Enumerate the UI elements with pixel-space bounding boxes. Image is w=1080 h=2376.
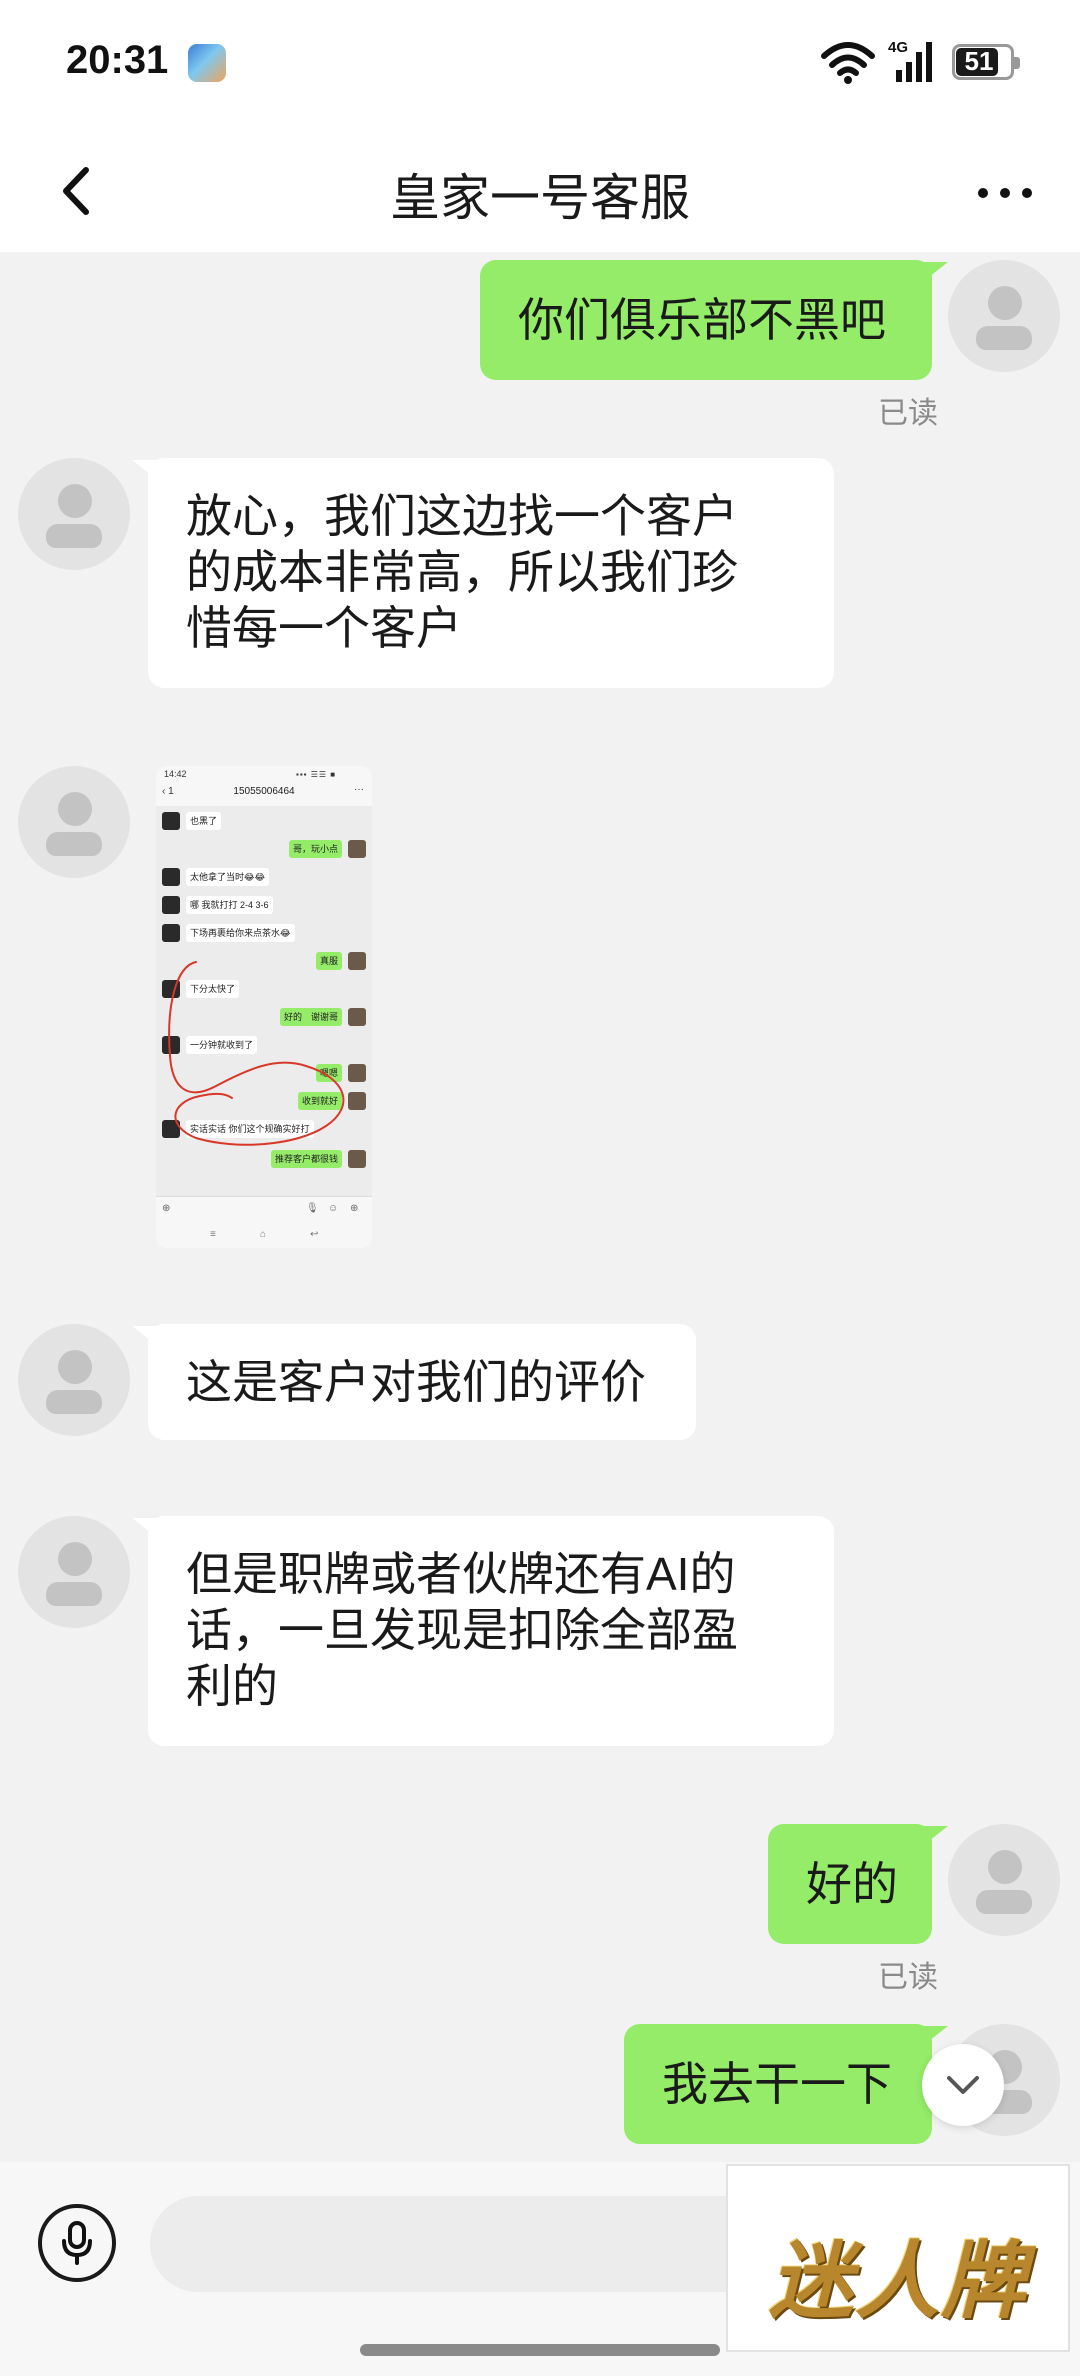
screenshot-avatar [162,812,180,830]
screenshot-avatar [162,924,180,942]
screenshot-message: 也黑了 [186,812,222,830]
contact-avatar[interactable] [18,766,130,878]
screenshot-nav-bar: ≡ ⌂ ↩ [156,1226,372,1248]
chat-header: 皇家一号客服 [0,128,1080,252]
message-bubble-sent[interactable]: 你们俱乐部不黑吧 [480,260,948,380]
screenshot-mic-icon: 🎙 [306,1203,319,1214]
message-line: 放心，我们这边找一个客户 [186,490,738,542]
my-avatar[interactable] [948,1824,1060,1936]
home-indicator[interactable] [360,2344,720,2356]
screenshot-input-bar: ⊕ 🎙 ☺ ⊕ [156,1196,372,1226]
cellular-signal-icon: 4G [888,39,932,82]
screenshot-avatar [162,896,180,914]
screenshot-avatar [162,868,180,886]
my-avatar[interactable] [948,260,1060,372]
message-bubble-sent[interactable]: 好的 [768,1824,948,1944]
screenshot-avatar [348,952,366,970]
message-text: 我去干一下 [662,2058,892,2110]
screenshot-emoji-icon: ☺ [328,1203,339,1214]
message-bubble-received[interactable]: 这是客户对我们的评价 [132,1324,696,1440]
screenshot-message: 真服 [315,952,342,970]
contact-avatar[interactable] [18,458,130,570]
battery-icon: 51 [952,44,1020,80]
red-annotation-scribble [168,961,345,1146]
screenshot-plus-icon: ⊕ [350,1203,359,1214]
contact-avatar[interactable] [18,1516,130,1628]
watermark-text: 迷人牌 [768,2231,1027,2330]
image-message[interactable]: 14:42 ▪▪▪ ☰☰ ■ ‹ 1 15055006464 ··· 也黑了 哥… [156,766,372,1248]
message-text: 你们俱乐部不黑吧 [518,294,886,346]
message-text: 好的 [806,1858,898,1910]
app-notification-icon [188,44,226,82]
contact-avatar[interactable] [18,1324,130,1436]
screenshot-message: 一分钟就收到了 [186,1036,258,1054]
message-list[interactable]: 你们俱乐部不黑吧 已读 放心，我们这边找一个客户 的成本非常高，所以我们珍 惜每… [0,252,1080,2162]
screenshot-return-icon: ↩ [310,1229,319,1240]
screenshot-message: 太他拿了当时😂😂 [186,868,270,886]
screenshot-message: 好的 谢谢哥 [279,1008,342,1026]
scroll-to-bottom-button[interactable] [922,2044,1004,2126]
screenshot-avatar [348,1150,366,1168]
message-bubble-sent[interactable]: 我去干一下 [624,2024,948,2144]
status-time: 20:31 [66,38,169,82]
wifi-icon [821,42,875,84]
message-line: 惜每一个客户 [186,602,462,654]
screenshot-message: 收到就好 [297,1092,342,1110]
screenshot-message: 嗯嗯 [315,1064,342,1082]
screenshot-avatar [162,980,180,998]
screenshot-status-icons: ▪▪▪ ☰☰ ■ [296,770,337,779]
screenshot-message: 哥，玩小点 [288,840,342,858]
message-line: 话，一旦发现是扣除全部盈 [186,1604,738,1656]
chevron-down-icon [947,2076,979,2094]
status-bar: 20:31 4G 51 [0,0,1080,128]
screenshot-home-icon: ⌂ [260,1229,267,1240]
message-line: 利的 [186,1660,278,1712]
more-options-button[interactable] [970,168,1040,218]
screenshot-avatar [162,1120,180,1138]
screenshot-avatar [348,1092,366,1110]
voice-input-button[interactable] [38,2204,116,2282]
svg-text:4G: 4G [888,39,908,56]
message-bubble-received[interactable]: 放心，我们这边找一个客户 的成本非常高，所以我们珍 惜每一个客户 [132,458,834,688]
message-line: 的成本非常高，所以我们珍 [186,546,738,598]
screenshot-message: 哪 我就打打 2-4 3-6 [186,896,273,914]
screenshot-avatar [348,840,366,858]
screenshot-voice-icon: ⊕ [162,1203,171,1214]
read-status: 已读 [878,1961,938,1994]
chat-title: 皇家一号客服 [390,170,690,226]
message-bubble-received[interactable]: 但是职牌或者伙牌还有AI的 话，一旦发现是扣除全部盈 利的 [132,1516,834,1746]
screenshot-menu-icon: ≡ [210,1229,216,1240]
read-status: 已读 [878,397,938,430]
screenshot-message: 推荐客户都很钱 [270,1150,342,1168]
battery-level: 51 [964,46,994,76]
screenshot-more: ··· [354,784,364,795]
screenshot-avatar [162,1036,180,1054]
screenshot-message: 下分太快了 [186,980,240,998]
watermark-logo: 迷人牌 [726,2164,1070,2352]
screenshot-avatar [348,1064,366,1082]
screenshot-header: 14:42 ▪▪▪ ☰☰ ■ ‹ 1 15055006464 ··· [156,766,372,806]
screenshot-message: 下场再裹给你来点茶水😂 [186,924,295,942]
screenshot-message: 实话实话 你们这个规确实好打 [186,1120,314,1138]
message-text: 这是客户对我们的评价 [186,1356,646,1408]
back-button[interactable] [50,156,110,226]
screenshot-time: 14:42 [164,769,187,779]
microphone-icon [62,2221,92,2265]
screenshot-avatar [348,1008,366,1026]
message-line: 但是职牌或者伙牌还有AI的 [186,1548,736,1600]
screenshot-title: 15055006464 [233,786,295,797]
